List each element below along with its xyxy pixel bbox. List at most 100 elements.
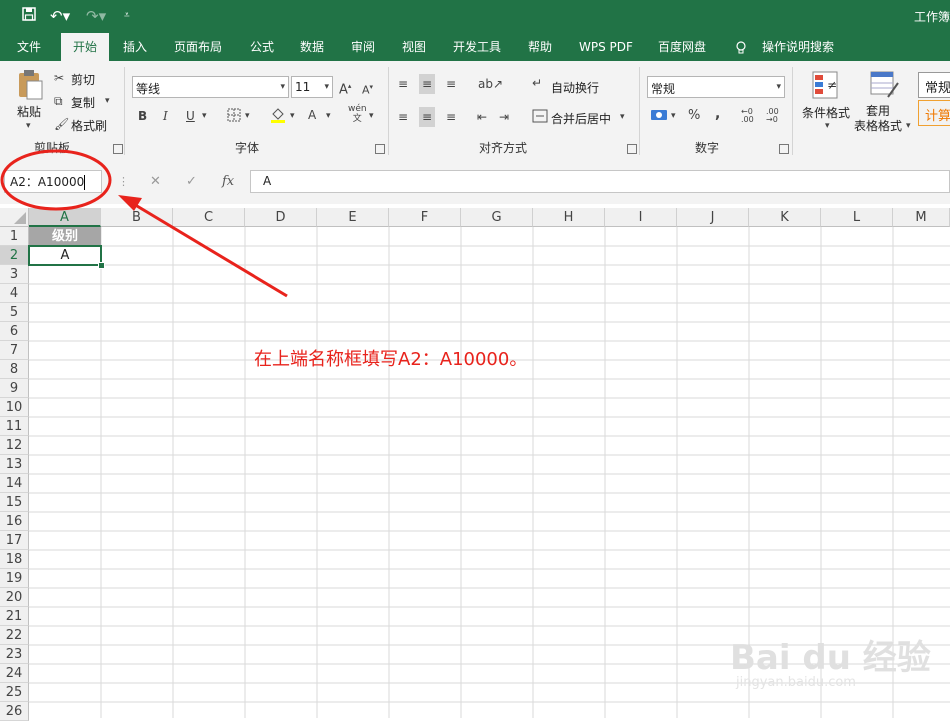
cut-icon[interactable]: ✂ bbox=[54, 71, 64, 85]
tab-formulas[interactable]: 公式 bbox=[250, 33, 274, 61]
row-header[interactable]: 25 bbox=[0, 683, 29, 702]
italic-button[interactable]: I bbox=[163, 109, 168, 123]
column-header[interactable]: F bbox=[389, 208, 461, 227]
row-header[interactable]: 3 bbox=[0, 265, 29, 284]
align-bottom-icon[interactable]: ≡ bbox=[446, 77, 456, 91]
cell-a1[interactable]: 级别 bbox=[29, 227, 101, 246]
enter-button[interactable]: ✓ bbox=[186, 170, 197, 193]
row-header[interactable]: 5 bbox=[0, 303, 29, 322]
font-name-select[interactable]: 等线 ▾ bbox=[132, 76, 289, 98]
align-center-icon[interactable]: ≡ bbox=[419, 107, 436, 127]
column-header[interactable]: J bbox=[677, 208, 749, 227]
column-header[interactable]: M bbox=[893, 208, 950, 227]
copy-button[interactable]: 复制 bbox=[71, 94, 95, 111]
tab-insert[interactable]: 插入 bbox=[123, 33, 147, 61]
row-header[interactable]: 10 bbox=[0, 398, 29, 417]
row-header[interactable]: 16 bbox=[0, 512, 29, 531]
table-format-icon[interactable] bbox=[870, 71, 900, 102]
increase-indent-icon[interactable]: ⇥ bbox=[499, 110, 509, 124]
underline-button[interactable]: U bbox=[186, 109, 195, 123]
accounting-dropdown-icon[interactable]: ▾ bbox=[671, 109, 676, 123]
insert-function-button[interactable]: fx bbox=[222, 170, 234, 193]
row-header[interactable]: 1 bbox=[0, 227, 29, 246]
paste-icon[interactable] bbox=[16, 69, 44, 104]
tell-me-search[interactable]: 操作说明搜索 bbox=[762, 33, 834, 61]
redo-icon[interactable]: ↷▾ bbox=[86, 7, 106, 25]
column-header[interactable]: B bbox=[101, 208, 173, 227]
row-header[interactable]: 17 bbox=[0, 531, 29, 550]
phonetic-icon[interactable]: wén 文 bbox=[348, 104, 367, 124]
font-launcher-icon[interactable] bbox=[375, 144, 385, 154]
phonetic-dropdown-icon[interactable]: ▾ bbox=[369, 109, 374, 123]
font-color-dropdown-icon[interactable]: ▾ bbox=[326, 109, 331, 123]
table-format-dropdown-icon[interactable]: ▾ bbox=[906, 119, 911, 133]
more-options-icon[interactable]: ⋮ bbox=[118, 170, 129, 193]
column-header[interactable]: H bbox=[533, 208, 605, 227]
formula-input[interactable]: A bbox=[250, 170, 950, 193]
align-right-icon[interactable]: ≡ bbox=[446, 110, 456, 124]
row-header[interactable]: 18 bbox=[0, 550, 29, 569]
copy-icon[interactable]: ⧉ bbox=[54, 94, 63, 108]
border-icon[interactable] bbox=[227, 108, 241, 125]
row-header[interactable]: 13 bbox=[0, 455, 29, 474]
align-middle-icon[interactable]: ≡ bbox=[419, 74, 436, 94]
column-header[interactable]: G bbox=[461, 208, 533, 227]
row-header[interactable]: 24 bbox=[0, 664, 29, 683]
accounting-format-icon[interactable] bbox=[650, 108, 668, 125]
font-size-select[interactable]: 11 ▾ bbox=[291, 76, 333, 98]
tab-data[interactable]: 数据 bbox=[300, 33, 324, 61]
cancel-button[interactable]: ✕ bbox=[150, 170, 161, 193]
cell-style-normal[interactable]: 常规 bbox=[918, 72, 950, 98]
format-painter-button[interactable]: 格式刷 bbox=[71, 117, 107, 134]
row-header[interactable]: 9 bbox=[0, 379, 29, 398]
select-all-corner[interactable] bbox=[0, 208, 29, 227]
column-header[interactable]: A bbox=[29, 208, 101, 227]
row-header[interactable]: 19 bbox=[0, 569, 29, 588]
paste-button[interactable]: 粘贴 bbox=[17, 103, 41, 120]
column-header[interactable]: L bbox=[821, 208, 893, 227]
decrease-decimal-icon[interactable]: .00 →0 bbox=[766, 108, 779, 124]
row-header[interactable]: 22 bbox=[0, 626, 29, 645]
save-icon[interactable] bbox=[22, 7, 36, 25]
row-header[interactable]: 8 bbox=[0, 360, 29, 379]
row-header[interactable]: 23 bbox=[0, 645, 29, 664]
row-header[interactable]: 12 bbox=[0, 436, 29, 455]
row-header[interactable]: 7 bbox=[0, 341, 29, 360]
conditional-dropdown-icon[interactable]: ▾ bbox=[825, 119, 830, 133]
row-header[interactable]: 15 bbox=[0, 493, 29, 512]
tab-help[interactable]: 帮助 bbox=[528, 33, 552, 61]
undo-icon[interactable]: ↶▾ bbox=[50, 7, 70, 25]
tab-page-layout[interactable]: 页面布局 bbox=[174, 33, 222, 61]
row-header[interactable]: 26 bbox=[0, 702, 29, 721]
alignment-launcher-icon[interactable] bbox=[627, 144, 637, 154]
fill-color-icon[interactable] bbox=[270, 106, 286, 127]
number-launcher-icon[interactable] bbox=[779, 144, 789, 154]
align-top-icon[interactable]: ≡ bbox=[398, 77, 408, 91]
cell-a2-active[interactable]: A bbox=[28, 245, 102, 266]
row-header[interactable]: 20 bbox=[0, 588, 29, 607]
shrink-font-icon[interactable]: A▾ bbox=[362, 80, 373, 98]
row-header[interactable]: 4 bbox=[0, 284, 29, 303]
tab-review[interactable]: 审阅 bbox=[351, 33, 375, 61]
increase-decimal-icon[interactable]: ←0.00 bbox=[741, 108, 754, 124]
align-left-icon[interactable]: ≡ bbox=[398, 110, 408, 124]
decrease-indent-icon[interactable]: ⇤ bbox=[477, 110, 487, 124]
clipboard-launcher-icon[interactable] bbox=[113, 144, 123, 154]
row-header[interactable]: 2 bbox=[0, 246, 29, 265]
customize-icon[interactable]: ⩡ bbox=[124, 7, 130, 25]
tab-developer[interactable]: 开发工具 bbox=[453, 33, 501, 61]
wrap-text-icon[interactable]: ↵ bbox=[532, 76, 542, 90]
comma-button[interactable]: , bbox=[715, 107, 720, 121]
cut-button[interactable]: 剪切 bbox=[71, 71, 95, 88]
tab-view[interactable]: 视图 bbox=[402, 33, 426, 61]
conditional-format-icon[interactable]: ≠ bbox=[812, 71, 838, 102]
column-header[interactable]: E bbox=[317, 208, 389, 227]
number-format-select[interactable]: 常规 ▾ bbox=[647, 76, 785, 98]
copy-dropdown-icon[interactable]: ▾ bbox=[105, 94, 110, 108]
percent-button[interactable]: % bbox=[688, 109, 700, 123]
merge-center-icon[interactable] bbox=[532, 109, 548, 126]
column-header[interactable]: K bbox=[749, 208, 821, 227]
fill-color-dropdown-icon[interactable]: ▾ bbox=[290, 109, 295, 123]
table-format-button[interactable]: 套用 表格格式 bbox=[854, 104, 902, 134]
wrap-text-button[interactable]: 自动换行 bbox=[551, 79, 599, 96]
